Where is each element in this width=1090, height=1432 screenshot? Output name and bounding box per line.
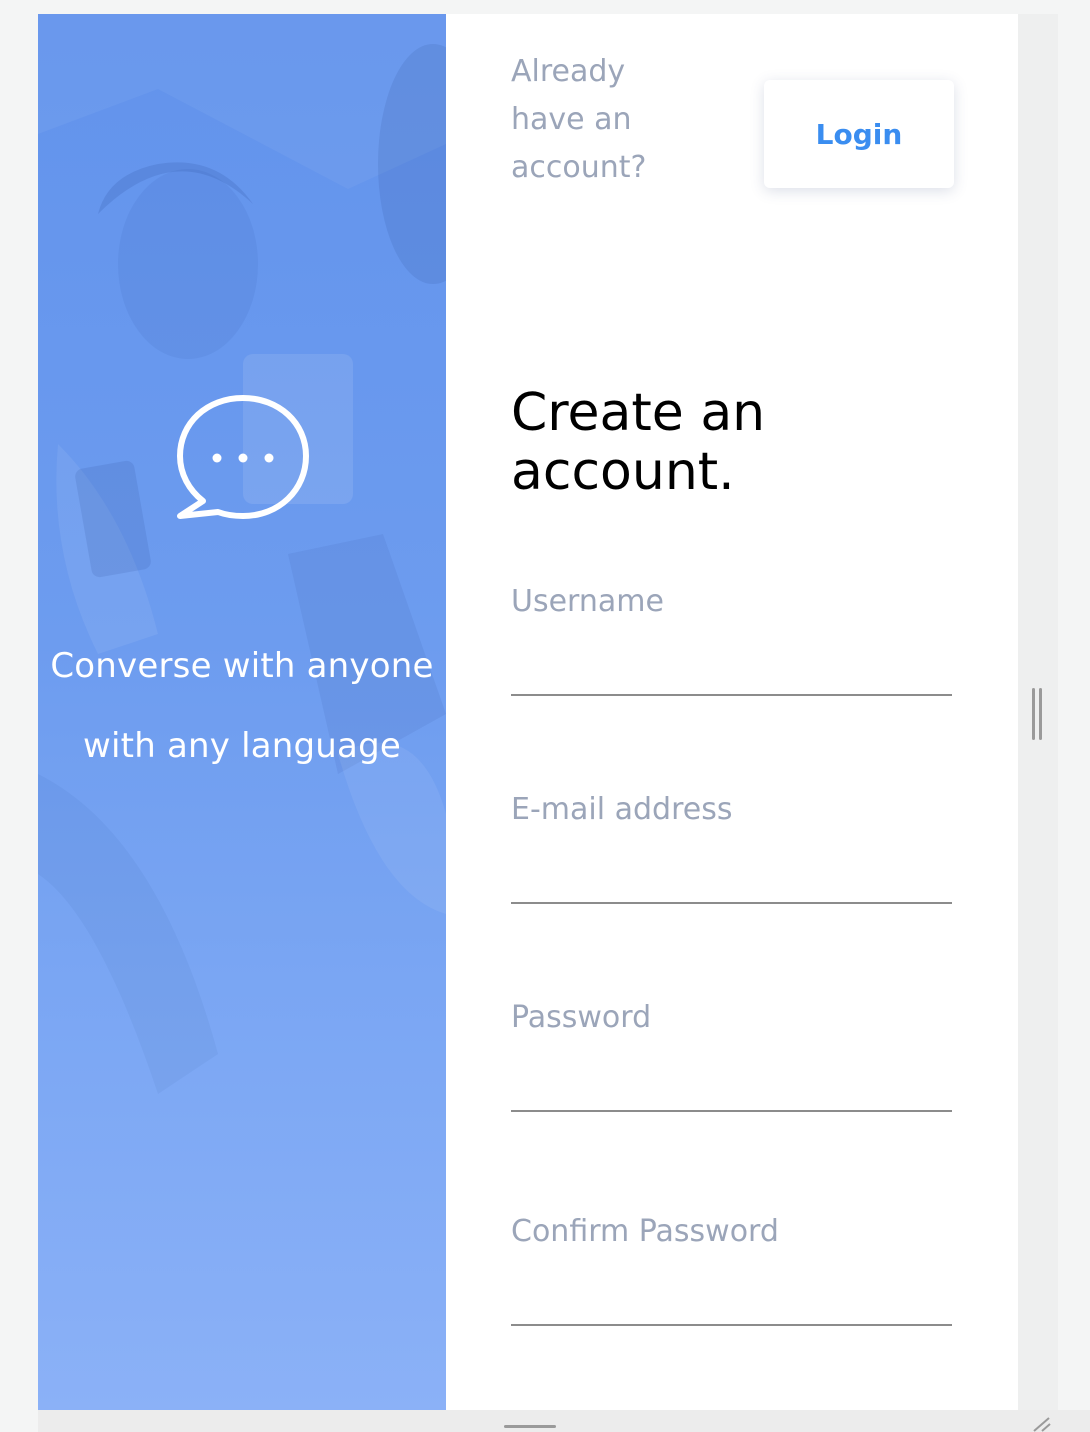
bottom-resize-bar <box>38 1410 1090 1432</box>
hero-panel: Converse with anyone with any language <box>38 14 446 1410</box>
confirm-password-label: Confirm Password <box>511 1214 779 1249</box>
password-input[interactable] <box>511 1054 952 1112</box>
login-button[interactable]: Login <box>764 80 954 188</box>
bottom-resize-handle[interactable] <box>504 1425 556 1428</box>
tagline-line-1: Converse with anyone <box>50 646 434 686</box>
hero-tagline: Converse with anyone with any language <box>38 626 446 786</box>
username-input[interactable] <box>511 638 952 696</box>
app-window: Converse with anyone with any language A… <box>38 14 1018 1410</box>
email-label: E-mail address <box>511 792 733 827</box>
already-have-account-text: Already have an account? <box>511 54 647 185</box>
email-field: E-mail address <box>511 790 952 904</box>
confirm-password-field: Confirm Password <box>511 1212 952 1326</box>
signup-panel: Already have an account? Login Create an… <box>446 14 1018 1410</box>
page-title: Create an account. <box>511 383 766 502</box>
username-label: Username <box>511 584 664 619</box>
password-field: Password <box>511 998 952 1112</box>
resize-corner-icon[interactable] <box>1030 1416 1052 1432</box>
email-input[interactable] <box>511 846 952 904</box>
side-resize-handle[interactable] <box>1030 688 1046 740</box>
username-field: Username <box>511 582 952 696</box>
confirm-password-input[interactable] <box>511 1268 952 1326</box>
password-label: Password <box>511 1000 652 1035</box>
tagline-line-2: with any language <box>83 726 401 766</box>
chat-bubble-icon <box>177 395 309 519</box>
